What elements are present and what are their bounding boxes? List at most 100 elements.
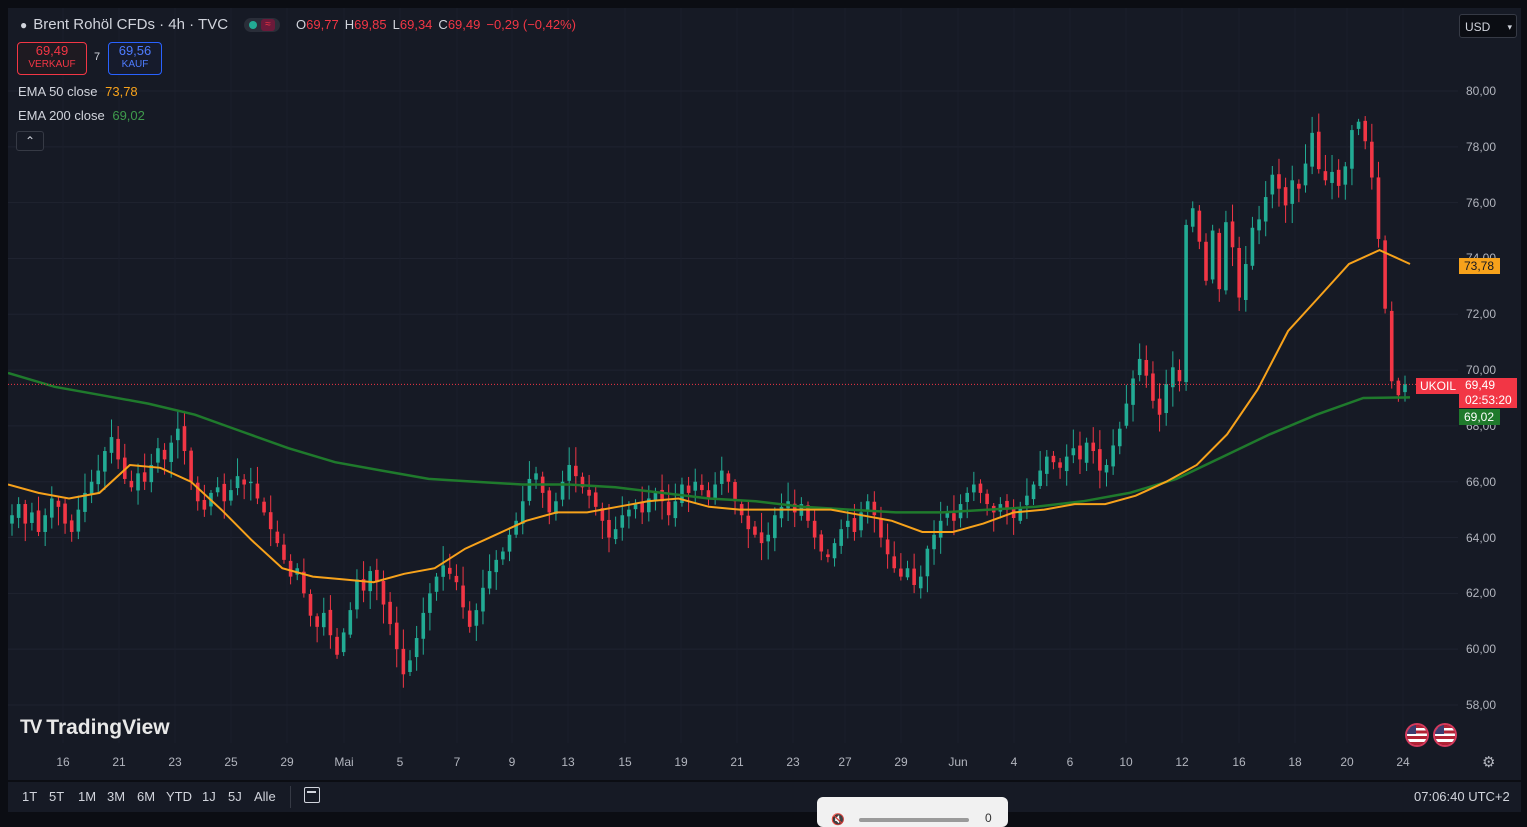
candle-body xyxy=(255,483,260,499)
date-tick-label: 13 xyxy=(561,755,575,769)
candle-body xyxy=(321,612,326,628)
chevron-up-icon: ⌃ xyxy=(24,134,36,148)
candle-body xyxy=(96,470,101,485)
ohlc-item: L69,34 xyxy=(393,17,433,32)
candle-body xyxy=(288,560,293,577)
candle-body xyxy=(713,484,717,499)
symbol-title[interactable]: Brent Rohöl CFDs · 4h · TVC xyxy=(33,16,228,33)
ema50-line xyxy=(8,249,1411,584)
candle-body xyxy=(620,515,625,528)
range-button-6m[interactable]: 6M xyxy=(137,789,155,804)
ohlc-key: C xyxy=(438,17,448,32)
candle-body xyxy=(693,481,698,491)
candle-body xyxy=(1230,221,1235,248)
candle-body xyxy=(494,559,499,573)
candle-body xyxy=(1376,177,1381,239)
ema200-legend[interactable]: EMA 200 close 69,02 xyxy=(18,108,145,123)
range-button-1t[interactable]: 1T xyxy=(22,789,37,804)
candle-body xyxy=(753,526,757,535)
price-tick-label: 80,00 xyxy=(1466,84,1497,98)
ohlc-value: 69,34 xyxy=(399,17,433,32)
candle-body xyxy=(394,622,399,650)
price-chart[interactable] xyxy=(8,8,1521,780)
candlestick-series xyxy=(10,113,1407,688)
candle-body xyxy=(1403,384,1407,393)
candle-body xyxy=(1064,456,1069,472)
chart-pane[interactable] xyxy=(8,8,1521,780)
ohlc-value: 69,49 xyxy=(447,17,481,32)
range-button-alle[interactable]: Alle xyxy=(254,789,276,804)
gear-icon[interactable]: ⚙ xyxy=(1482,753,1495,771)
candle-body xyxy=(89,481,94,495)
range-button-5j[interactable]: 5J xyxy=(228,789,242,804)
candle-body xyxy=(1184,224,1188,383)
candle-body xyxy=(109,437,114,453)
symbol-tag: UKOIL xyxy=(1416,378,1461,394)
candle-body xyxy=(779,506,784,519)
candle-body xyxy=(176,428,180,441)
candle-body xyxy=(242,479,246,485)
ema50-legend[interactable]: EMA 50 close 73,78 xyxy=(18,84,138,99)
ohlc-key: H xyxy=(344,17,355,32)
last-price-tag: 69,49 02:53:20 xyxy=(1459,378,1517,408)
candle-body xyxy=(43,515,47,532)
candle-body xyxy=(700,484,704,491)
price-tick-label: 64,00 xyxy=(1466,530,1497,545)
candle-body xyxy=(1316,131,1321,170)
candle-body xyxy=(673,501,678,519)
buy-button[interactable]: 69,56 KAUF xyxy=(108,42,162,75)
candle-body xyxy=(938,520,943,538)
price-tick-label: 66,00 xyxy=(1466,474,1497,489)
date-tick-label: 6 xyxy=(1066,755,1074,769)
candle-body xyxy=(1257,219,1261,231)
date-tick-label: 10 xyxy=(1119,755,1133,769)
candle-body xyxy=(461,585,465,608)
candle-body xyxy=(899,568,903,577)
candle-body xyxy=(872,501,877,516)
chevron-down-icon: ▾ xyxy=(1507,22,1512,32)
ohlc-item: H69,85 xyxy=(345,17,387,32)
range-button-ytd[interactable]: YTD xyxy=(166,789,192,804)
candle-body xyxy=(474,610,479,626)
candle-body xyxy=(1190,208,1195,227)
candle-body xyxy=(76,509,81,532)
candle-body xyxy=(1204,241,1208,281)
candle-body xyxy=(892,556,897,569)
price-tick-label: 58,00 xyxy=(1466,698,1497,712)
candle-body xyxy=(1144,360,1149,376)
us-event-flag-icon[interactable] xyxy=(1407,725,1427,745)
candle-body xyxy=(341,632,346,653)
currency-select[interactable]: USD ▾ xyxy=(1459,14,1517,38)
range-button-1m[interactable]: 1M xyxy=(78,789,96,804)
candle-body xyxy=(1250,227,1255,266)
range-button-3m[interactable]: 3M xyxy=(107,789,125,804)
candle-body xyxy=(865,501,870,511)
sell-button[interactable]: 69,49 VERKAUF xyxy=(17,42,87,75)
candle-body xyxy=(839,529,843,546)
collapse-legend-button[interactable]: ⌃ xyxy=(16,131,44,151)
candle-body xyxy=(1025,495,1029,506)
candle-body xyxy=(1117,428,1122,447)
tradingview-logo-icon: TV xyxy=(20,717,42,738)
candle-body xyxy=(1091,442,1096,452)
volume-slider[interactable] xyxy=(859,818,969,822)
range-button-1j[interactable]: 1J xyxy=(202,789,216,804)
candle-body xyxy=(932,534,936,550)
mute-icon[interactable]: 🔇 xyxy=(831,813,845,826)
candle-body xyxy=(229,490,233,501)
calendar-icon[interactable] xyxy=(304,787,320,803)
candle-body xyxy=(56,500,61,507)
us-event-flag-icon[interactable] xyxy=(1435,725,1455,745)
candle-body xyxy=(766,534,770,542)
date-tick-label: 15 xyxy=(618,755,632,769)
clock[interactable]: 07:06:40 UTC+2 xyxy=(1414,789,1510,804)
candle-body xyxy=(819,534,824,552)
candle-body xyxy=(1297,183,1301,189)
tradingview-logo[interactable]: TV TradingView xyxy=(20,716,170,740)
candle-body xyxy=(1058,462,1062,468)
date-tick-label: 5 xyxy=(396,755,404,769)
range-button-5t[interactable]: 5T xyxy=(49,789,64,804)
market-status-pill[interactable]: ≈ xyxy=(244,17,281,32)
candle-body xyxy=(879,517,883,538)
candle-body xyxy=(1270,174,1275,195)
